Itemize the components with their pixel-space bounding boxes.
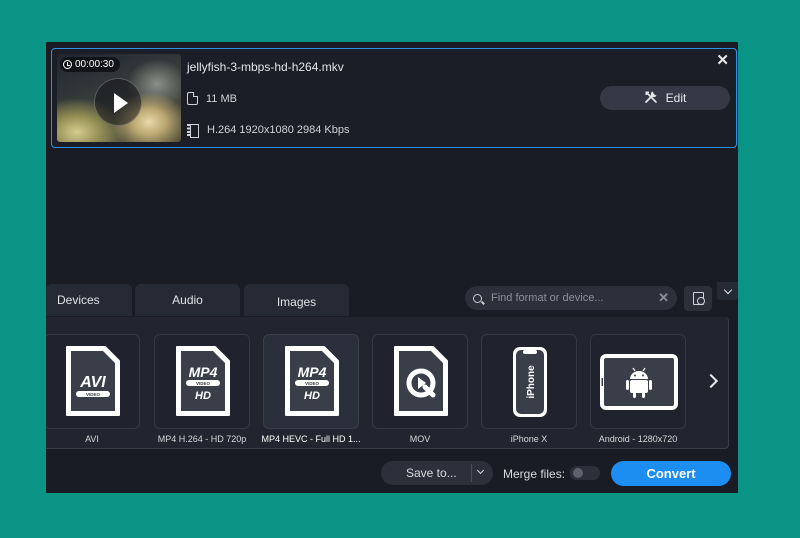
svg-text:VIDEO: VIDEO — [305, 381, 320, 386]
duration-text: 00:00:30 — [75, 59, 114, 70]
preset-android-1280x720[interactable] — [590, 334, 686, 429]
close-icon[interactable]: ✕ — [716, 51, 729, 69]
preset-label-iphone-x: iPhone X — [510, 434, 548, 444]
preset-mp4-hevc-full-hd[interactable]: MP4 VIDEO HD — [263, 334, 359, 429]
svg-text:MP4: MP4 — [298, 364, 327, 380]
app-window: 00:00:30 jellyfish-3-mbps-hd-h264.mkv 11… — [46, 42, 738, 493]
preset-mov[interactable] — [372, 334, 468, 429]
convert-button[interactable]: Convert — [611, 461, 731, 486]
codec-info: H.264 1920x1080 2984 Kbps — [207, 124, 350, 136]
avi-file-icon: AVI VIDEO — [66, 346, 120, 416]
edit-button[interactable]: Edit — [600, 86, 730, 110]
preset-label-mov: MOV — [409, 434, 431, 444]
film-icon — [187, 124, 199, 138]
quicktime-file-icon — [394, 346, 448, 416]
file-size-row: 11 MB — [187, 92, 237, 105]
svg-text:MP4: MP4 — [189, 364, 218, 380]
merge-files-label: Merge files: — [503, 467, 566, 481]
format-search[interactable]: ✕ — [465, 286, 677, 310]
iphone-icon: iPhone — [513, 347, 547, 417]
chevron-right-icon[interactable] — [703, 373, 719, 389]
document-search-icon — [692, 292, 705, 305]
file-size: 11 MB — [206, 92, 237, 105]
codec-row: H.264 1920x1080 2984 Kbps — [187, 124, 350, 138]
save-to-button[interactable]: Save to... — [381, 461, 493, 485]
preset-avi[interactable]: AVI VIDEO — [46, 334, 140, 429]
chevron-down-icon[interactable] — [476, 466, 485, 475]
file-name: jellyfish-3-mbps-hd-h264.mkv — [187, 60, 344, 74]
svg-text:VIDEO: VIDEO — [196, 381, 211, 386]
collapse-panel-button[interactable] — [717, 282, 738, 300]
preset-mp4-h264-720p[interactable]: MP4 VIDEO HD — [154, 334, 250, 429]
preset-label-avi: AVI — [85, 434, 99, 444]
tab-devices[interactable]: Devices — [46, 284, 132, 316]
clear-search-icon[interactable]: ✕ — [658, 290, 669, 306]
preset-label-android: Android - 1280x720 — [598, 434, 678, 444]
file-card[interactable]: 00:00:30 jellyfish-3-mbps-hd-h264.mkv 11… — [51, 48, 737, 148]
presets-panel: AVI VIDEO AVI MP4 VIDEO HD MP4 H.264 - H… — [46, 317, 729, 449]
video-thumbnail[interactable]: 00:00:30 — [57, 54, 181, 142]
tabs-bar: Devices Audio Images ✕ — [46, 282, 738, 316]
svg-text:HD: HD — [304, 390, 320, 402]
tools-icon — [644, 90, 658, 106]
preset-label-mp4-hevc: MP4 HEVC - Full HD 1... — [261, 434, 361, 444]
play-button[interactable] — [94, 78, 142, 126]
merge-files-toggle[interactable] — [570, 466, 600, 480]
format-detect-button[interactable] — [684, 286, 712, 311]
mp4-hd-file-icon: MP4 VIDEO HD — [176, 346, 230, 416]
save-to-label: Save to... — [406, 466, 457, 480]
chevron-down-icon — [723, 285, 732, 294]
android-tablet-icon — [600, 354, 678, 410]
bottom-bar: Save to... Merge files: Convert — [46, 452, 738, 493]
tab-audio[interactable]: Audio — [135, 284, 240, 316]
search-input[interactable] — [491, 292, 659, 304]
svg-text:AVI: AVI — [79, 374, 106, 391]
duration-badge: 00:00:30 — [60, 57, 120, 72]
save-divider — [471, 464, 472, 482]
edit-label: Edit — [665, 91, 687, 105]
tab-images[interactable]: Images — [244, 284, 349, 316]
svg-text:VIDEO: VIDEO — [86, 392, 101, 397]
search-icon — [473, 293, 482, 303]
preset-iphone-x[interactable]: iPhone — [481, 334, 577, 429]
preset-label-mp4-720p: MP4 H.264 - HD 720p — [157, 434, 247, 444]
svg-text:iPhone: iPhone — [526, 365, 537, 399]
clock-icon — [63, 60, 72, 69]
mp4-hd-file-icon: MP4 VIDEO HD — [285, 346, 339, 416]
svg-text:HD: HD — [195, 390, 211, 402]
file-size-icon — [187, 92, 198, 105]
